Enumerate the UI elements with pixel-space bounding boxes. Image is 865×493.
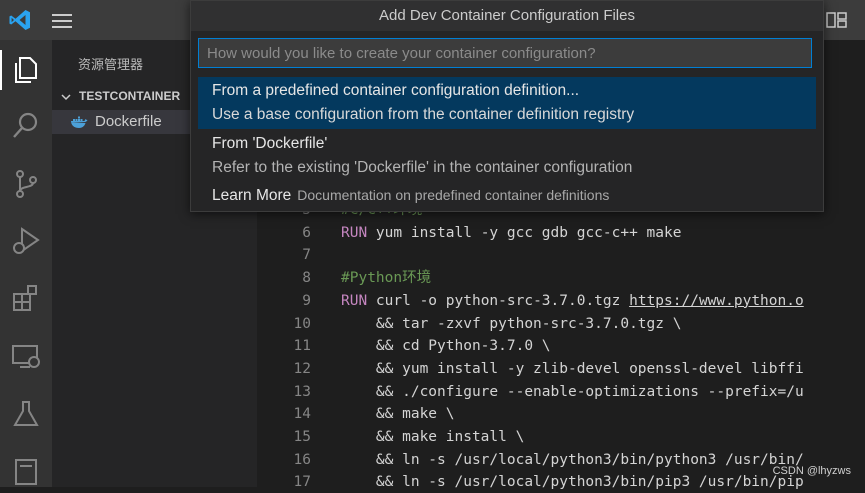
line-number: 17 — [293, 474, 311, 491]
line-number: 15 — [293, 429, 311, 445]
code-token: && make \ — [341, 406, 455, 423]
code-keyword: RUN — [341, 292, 368, 309]
source-control-icon[interactable] — [10, 168, 42, 200]
line-number: 7 — [302, 247, 311, 264]
quick-pick-item-label: From a predefined container configuratio… — [212, 82, 580, 99]
quick-pick-title: Add Dev Container Configuration Files — [191, 1, 823, 31]
line-number: 13 — [293, 383, 311, 400]
line-number: 8 — [302, 270, 311, 287]
code-text: && ln -s /usr/local/python3/bin/pip3 /us… — [341, 471, 804, 493]
remote-explorer-icon[interactable] — [10, 340, 42, 372]
line-number: 14 — [293, 406, 311, 423]
code-token: && ln -s /usr/local/python3/bin/python3 … — [341, 451, 804, 468]
code-text: && ./configure --enable-optimizations --… — [341, 381, 804, 403]
quick-pick-input[interactable] — [198, 38, 812, 68]
quick-pick-dialog: Add Dev Container Configuration Files Fr… — [190, 0, 824, 212]
code-line[interactable]: 6 RUN yum install -y gcc gdb gcc-c++ make — [257, 222, 865, 244]
sidebar-title: 资源管理器 — [78, 58, 144, 73]
code-line[interactable]: 9 RUN curl -o python-src-3.7.0.tgz https:… — [257, 290, 865, 312]
code-line[interactable]: 13 && ./configure --enable-optimizations… — [257, 381, 865, 403]
run-debug-icon[interactable] — [10, 224, 42, 256]
code-line[interactable]: 7 — [257, 244, 865, 266]
code-line[interactable]: 10 && tar -zxvf python-src-3.7.0.tgz \ — [257, 313, 865, 335]
quick-pick-item-description: Use a base configuration from the contai… — [212, 106, 635, 123]
search-icon[interactable] — [10, 110, 42, 142]
learn-more-description: Documentation on predefined container de… — [297, 187, 610, 203]
code-text: && ln -s /usr/local/python3/bin/python3 … — [341, 449, 804, 471]
code-link[interactable]: https://www.python.o — [629, 293, 804, 309]
docker-whale-icon — [71, 116, 88, 128]
watermark: CSDN @lhyzws — [772, 465, 851, 477]
testing-icon[interactable] — [10, 398, 42, 430]
explorer-icon[interactable] — [10, 54, 42, 86]
line-number: 12 — [293, 360, 311, 377]
code-token: && yum install -y zlib-devel openssl-dev… — [341, 360, 804, 377]
quick-pick-item-label: Learn More Documentation on predefined co… — [212, 187, 609, 205]
layout-icon[interactable] — [826, 10, 848, 30]
quick-pick-item-label: From 'Dockerfile' — [212, 135, 328, 152]
code-text: && make \ — [341, 403, 455, 425]
code-token: && ln -s /usr/local/python3/bin/pip3 /us… — [341, 474, 804, 491]
code-text: && yum install -y zlib-devel openssl-dev… — [341, 358, 804, 380]
active-indicator — [0, 50, 2, 90]
chevron-down-icon — [61, 94, 71, 101]
code-text: && cd Python-3.7.0 \ — [341, 335, 551, 357]
code-text: && make install \ — [341, 426, 524, 448]
code-text: RUN curl -o python-src-3.7.0.tgz https:/… — [341, 290, 804, 312]
line-number: 6 — [302, 224, 311, 241]
menu-icon[interactable] — [52, 14, 72, 28]
code-text: #Python环境 — [341, 267, 431, 289]
quick-pick-item-learn-more[interactable]: Learn More Documentation on predefined co… — [198, 183, 816, 209]
quick-pick-item-predefined[interactable]: From a predefined container configuratio… — [198, 77, 816, 129]
code-token: && make install \ — [341, 429, 525, 445]
code-token: && tar -zxvf python-src-3.7.0.tgz \ — [341, 315, 682, 332]
code-line[interactable]: 8 #Python环境 — [257, 267, 865, 289]
code-line[interactable]: 14 && make \ — [257, 403, 865, 425]
line-number: 11 — [293, 338, 311, 355]
code-token: && ./configure --enable-optimizations --… — [341, 383, 804, 400]
line-number: 16 — [293, 451, 311, 468]
code-line[interactable]: 12 && yum install -y zlib-devel openssl-… — [257, 358, 865, 380]
vscode-logo-icon — [9, 10, 30, 30]
activity-bar — [0, 40, 52, 487]
code-token: curl -o python-src-3.7.0.tgz — [367, 292, 630, 309]
extensions-icon[interactable] — [10, 282, 42, 314]
quick-pick-item-description: Refer to the existing 'Dockerfile' in th… — [212, 159, 633, 176]
code-comment: #Python环境 — [341, 270, 432, 287]
code-token: yum install -y gcc gdb gcc-c++ make — [367, 224, 682, 241]
folder-label: TESTCONTAINER — [79, 89, 181, 103]
quick-pick-item-dockerfile[interactable]: From 'Dockerfile' Refer to the existing … — [198, 130, 816, 182]
docker-icon[interactable] — [10, 454, 42, 486]
code-token: && cd Python-3.7.0 \ — [341, 338, 551, 355]
line-number: 10 — [293, 315, 311, 332]
learn-more-label: Learn More — [212, 187, 292, 204]
code-line[interactable]: 11 && cd Python-3.7.0 \ — [257, 335, 865, 357]
line-number: 9 — [302, 292, 311, 309]
code-text: RUN yum install -y gcc gdb gcc-c++ make — [341, 222, 681, 244]
code-line[interactable]: 15 && make install \ — [257, 426, 865, 448]
code-text: && tar -zxvf python-src-3.7.0.tgz \ — [341, 313, 682, 335]
code-keyword: RUN — [341, 224, 368, 241]
file-label: Dockerfile — [95, 113, 162, 130]
